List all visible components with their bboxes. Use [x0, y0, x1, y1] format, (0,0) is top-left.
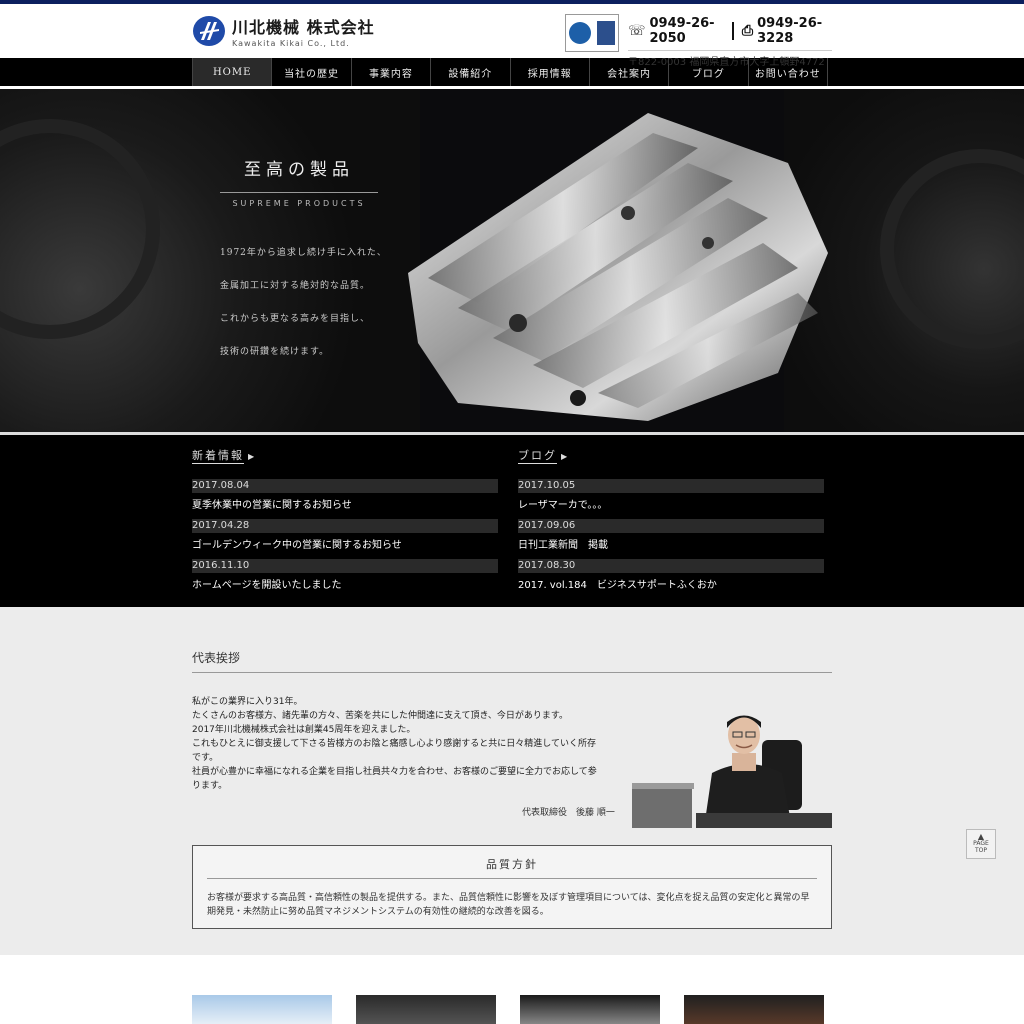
greeting-line: ります。	[192, 781, 228, 791]
phone-icon: ☏	[628, 23, 646, 39]
global-nav: HOME 当社の歴史 事業内容 設備紹介 採用情報 会社案内 ブログ お問い合わ…	[0, 58, 1024, 86]
news-title[interactable]: 夏季休業中の営業に関するお知らせ	[192, 493, 498, 511]
hero-copy: 1972年から追求し続け手に入れた、 金属加工に対する絶対的な品質。 これからも…	[220, 245, 387, 377]
company-name-en: Kawakita Kikai Co., Ltd.	[232, 39, 350, 48]
news-heading-label: 新着情報	[192, 449, 244, 464]
blog-item[interactable]: 2017.09.06 日刊工業新聞 掲載	[518, 519, 824, 551]
news-item[interactable]: 2017.08.04 夏季休業中の営業に関するお知らせ	[192, 479, 498, 511]
page-top-label: TOP	[974, 847, 987, 854]
news-section: 新着情報 ▶ 2017.08.04 夏季休業中の営業に関するお知らせ 2017.0…	[0, 435, 1024, 607]
nav-item-history[interactable]: 当社の歴史	[272, 58, 352, 86]
blog-date: 2017.09.06	[518, 519, 824, 533]
thumbnail-image[interactable]	[356, 995, 496, 1024]
greeting-line: たくさんのお客様方、諸先輩の方々、苦楽を共にした仲間達に支えて頂き、今日がありま…	[192, 711, 569, 721]
blog-title[interactable]: 日刊工業新聞 掲載	[518, 533, 824, 551]
greeting-line: 2017年川北機械株式会社は創業45周年を迎えました。	[192, 725, 416, 735]
company-address: 〒822-0003 福岡県直方市大字上頓野4772	[628, 50, 832, 68]
blog-column: ブログ ▶ 2017.10.05 レーザマーカで。。。 2017.09.06 日刊…	[518, 447, 824, 599]
news-item[interactable]: 2017.04.28 ゴールデンウィーク中の営業に関するお知らせ	[192, 519, 498, 551]
company-logo[interactable]: 川北機械 株式会社 Kawakita Kikai Co., Ltd.	[192, 14, 375, 48]
page-top-button[interactable]: ▲ PAGE TOP	[966, 829, 996, 859]
hero-banner: 至高の製品 SUPREME PRODUCTS 1972年から追求し続け手に入れた…	[0, 89, 1024, 435]
blog-title[interactable]: レーザマーカで。。。	[518, 493, 824, 511]
quality-policy-text: お客様が要求する高品質・高信頼性の製品を提供する。また、品質信頼性に影響を及ぼす…	[207, 893, 810, 917]
quality-policy-box: 品質方針 お客様が要求する高品質・高信頼性の製品を提供する。また、品質信頼性に影…	[192, 845, 832, 929]
news-date: 2017.04.28	[192, 519, 498, 533]
hero-line: これからも更なる高みを目指し、	[220, 314, 371, 324]
nav-item-business[interactable]: 事業内容	[352, 58, 432, 86]
representative-photo	[632, 695, 832, 828]
logo-mark-icon	[193, 16, 225, 46]
arrow-right-icon: ▶	[248, 452, 257, 461]
divider	[732, 22, 734, 40]
blog-date: 2017.08.30	[518, 559, 824, 573]
greeting-line: これもひとえに御支援して下さる皆様方のお陰と痛感し心より感謝すると共に日々精進し…	[192, 739, 597, 749]
thumbnail-image[interactable]	[684, 995, 824, 1024]
news-date: 2016.11.10	[192, 559, 498, 573]
fax-number: 0949-26-3228	[757, 16, 823, 46]
hero-title: 至高の製品	[220, 155, 378, 193]
company-name-jp: 川北機械 株式会社	[232, 18, 375, 37]
intertek-globe-icon	[569, 22, 591, 44]
thumbnail-image[interactable]	[520, 995, 660, 1024]
nav-item-home[interactable]: HOME	[193, 58, 273, 86]
news-title[interactable]: ゴールデンウィーク中の営業に関するお知らせ	[192, 533, 498, 551]
greeting-text: 私がこの業界に入り31年。 たくさんのお客様方、諸先輩の方々、苦楽を共にした仲間…	[192, 695, 622, 793]
blog-item[interactable]: 2017.10.05 レーザマーカで。。。	[518, 479, 824, 511]
thumbnail-image[interactable]	[192, 995, 332, 1024]
hero-line: 1972年から追求し続け手に入れた、	[220, 248, 387, 258]
hero-line: 技術の研鑽を続けます。	[220, 347, 330, 357]
blog-title[interactable]: 2017. vol.184 ビジネスサポートふくおか	[518, 573, 824, 591]
quality-policy-title: 品質方針	[207, 856, 817, 879]
news-heading[interactable]: 新着情報 ▶	[192, 447, 498, 464]
blog-heading[interactable]: ブログ ▶	[518, 447, 824, 464]
tel-number[interactable]: 0949-26-2050	[650, 16, 725, 46]
greeting-line: 社員が心豊かに幸福になれる企業を目指し社員共々力を合わせ、お客様のご要望に全力で…	[192, 767, 597, 777]
page-top-icon: ▲	[977, 832, 985, 841]
fax-icon: ⎙	[741, 23, 754, 39]
arrow-right-icon: ▶	[561, 452, 570, 461]
greeting-section: 代表挨拶 私がこの業界に入り31年。 たくさんのお客様方、諸先輩の方々、苦楽を共…	[0, 607, 1024, 955]
contact-info: ☏ 0949-26-2050 ⎙ 0949-26-3228 〒822-0003 …	[628, 16, 832, 68]
site-header: 川北機械 株式会社 Kawakita Kikai Co., Ltd. ☏ 094…	[0, 4, 1024, 68]
hero-subtitle: SUPREME PRODUCTS	[232, 199, 366, 208]
news-date: 2017.08.04	[192, 479, 498, 493]
news-item[interactable]: 2016.11.10 ホームページを開設いたしました	[192, 559, 498, 591]
blog-date: 2017.10.05	[518, 479, 824, 493]
iso-certification-badge	[565, 14, 619, 52]
greeting-line: 私がこの業界に入り31年。	[192, 697, 303, 707]
machined-part-image	[408, 113, 828, 421]
news-title[interactable]: ホームページを開設いたしました	[192, 573, 498, 591]
ukas-crown-icon	[597, 21, 615, 45]
greeting-line: です。	[192, 753, 219, 763]
greeting-title: 代表挨拶	[192, 649, 832, 673]
news-column: 新着情報 ▶ 2017.08.04 夏季休業中の営業に関するお知らせ 2017.0…	[192, 447, 498, 599]
hero-line: 金属加工に対する絶対的な品質。	[220, 281, 371, 291]
nav-item-recruit[interactable]: 採用情報	[511, 58, 590, 86]
blog-item[interactable]: 2017.08.30 2017. vol.184 ビジネスサポートふくおか	[518, 559, 824, 591]
thumbnail-row	[0, 955, 1024, 1024]
nav-item-equipment[interactable]: 設備紹介	[431, 58, 511, 86]
representative-signature: 代表取締役 後藤 順一	[522, 808, 615, 818]
blog-heading-label: ブログ	[518, 449, 557, 464]
page-top-label: PAGE	[973, 840, 989, 847]
